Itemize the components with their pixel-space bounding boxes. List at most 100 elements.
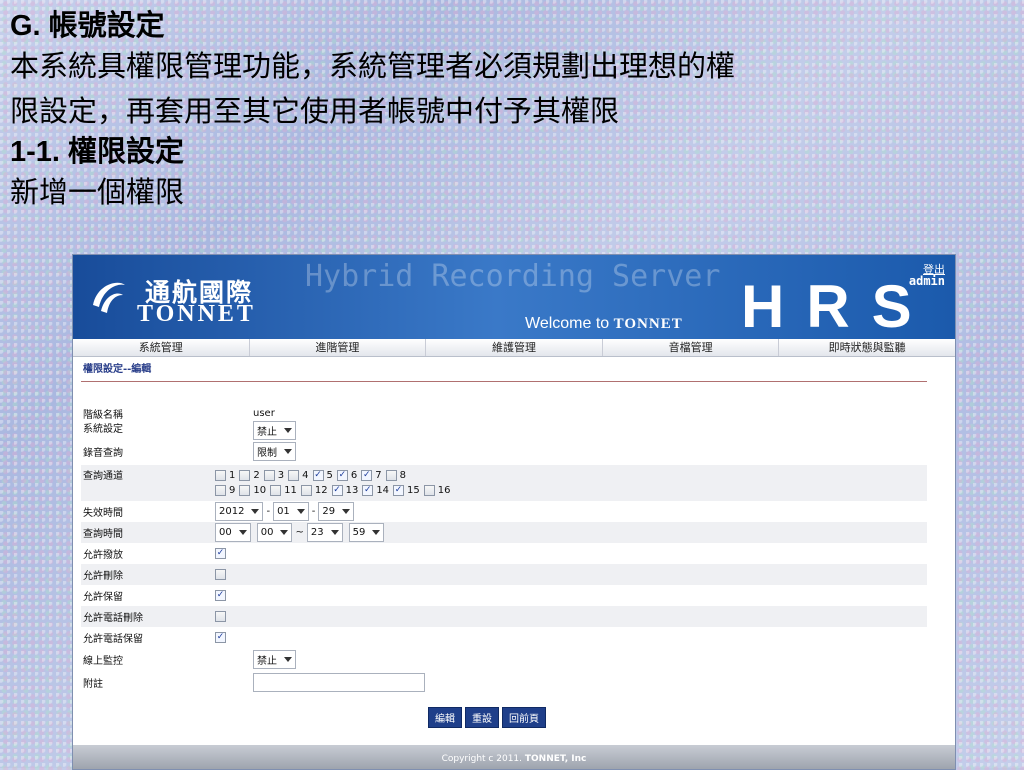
channel-16-option[interactable]: 16 [423,485,451,496]
channel-checkbox[interactable] [239,485,251,496]
slide-description-line1: 本系統具權限管理功能，系統管理者必須規劃出理想的權 [10,49,736,83]
section-title: 權限設定--編輯 [83,364,152,375]
record-query-row: 錄音查詢 限制 [81,440,927,463]
query-time-label: 查詢時間 [83,529,123,540]
expire-label: 失效時間 [83,508,123,519]
channel-number: 12 [314,485,328,496]
nav-item-realtime[interactable]: 即時狀態與監聽 [779,339,955,356]
channel-checkbox[interactable] [263,470,275,481]
nav-item-advanced[interactable]: 進階管理 [250,339,427,356]
expire-month-select[interactable]: 01 [273,502,309,521]
channel-checkbox[interactable] [288,470,300,481]
channel-5-option[interactable]: ✓ 5 [312,470,333,481]
chevron-down-icon [284,427,292,433]
allow-delete-checkbox[interactable] [215,569,226,580]
channel-13-option[interactable]: ✓ 13 [331,485,358,496]
channel-checkbox[interactable]: ✓ [336,470,348,481]
channel-15-option[interactable]: ✓ 15 [393,485,420,496]
expire-day-select[interactable]: 29 [318,502,355,521]
allow-play-checkbox[interactable]: ✓ [215,548,226,559]
channel-9-option[interactable]: 9 [215,485,235,496]
expire-year-select[interactable]: 2012 [215,502,264,521]
allow-delete-label: 允許刪除 [83,571,123,582]
system-setting-select[interactable]: 禁止 [253,420,296,440]
chevron-down-icon [296,509,305,514]
nav-item-system[interactable]: 系統管理 [73,339,250,356]
channel-checkbox[interactable]: ✓ [362,485,374,496]
nav-item-audio[interactable]: 音檔管理 [603,339,780,356]
channel-14-option[interactable]: ✓ 14 [362,485,389,496]
query-time-row: 查詢時間 00 00 ~ 23 59 [81,522,927,543]
channel-checkbox[interactable]: ✓ [331,485,343,496]
section-divider [81,381,927,382]
time-end-hour-select[interactable]: 23 [306,523,343,542]
brand-english-name: TONNET [137,301,256,327]
channel-checkbox-group: 1 2 3 4 ✓ 5 ✓ 6 ✓ 7 8 9 10 11 12 ✓ 13 ✓ 14 ✓ 15 16 [215,465,455,498]
channel-checkbox[interactable] [270,485,282,496]
allow-phone-delete-checkbox[interactable] [215,611,226,622]
channel-number: 15 [407,485,420,496]
note-label: 附註 [83,678,103,690]
channel-1-option[interactable]: 1 [215,470,235,481]
welcome-text: Welcome to TONNET [525,315,683,332]
channel-checkbox[interactable] [215,485,226,496]
allow-play-label: 允許撥放 [83,550,123,561]
channel-number: 2 [253,470,260,481]
channel-checkbox[interactable] [239,470,251,481]
chevron-down-icon [330,530,339,535]
record-query-select[interactable]: 限制 [253,442,296,461]
channel-checkbox[interactable] [300,485,312,496]
channel-number: 9 [229,485,236,496]
online-monitor-label: 線上監控 [83,655,123,667]
level-name-label: 階級名稱 [83,410,123,421]
channels-row: 查詢通道 1 2 3 4 ✓ 5 ✓ 6 ✓ 7 8 9 10 11 12 ✓ 13 ✓ 14 ✓ 15 16 [81,465,927,501]
channel-7-option[interactable]: ✓ 7 [361,470,382,481]
slide-subdescription: 新增一個權限 [10,175,185,209]
level-name-row: 階級名稱 user [81,407,927,421]
online-monitor-select[interactable]: 禁止 [253,649,296,669]
allow-keep-checkbox[interactable]: ✓ [215,590,226,601]
channel-checkbox[interactable]: ✓ [361,470,373,481]
channel-11-option[interactable]: 11 [270,485,297,496]
chevron-down-icon [251,509,260,514]
allow-keep-row: 允許保留 ✓ [81,585,927,606]
time-start-hour-select[interactable]: 00 [215,523,251,542]
form-buttons: 編輯 重設 回前頁 [428,707,546,728]
main-nav: 系統管理 進階管理 維護管理 音檔管理 即時狀態與監聽 [73,339,955,357]
back-button[interactable]: 回前頁 [502,707,546,728]
allow-play-row: 允許撥放 ✓ [81,543,927,564]
time-end-minute-select[interactable]: 59 [348,523,385,542]
channel-8-option[interactable]: 8 [385,470,406,481]
chevron-down-icon [372,530,381,535]
nav-item-maintenance[interactable]: 維護管理 [426,339,603,356]
allow-phone-keep-checkbox[interactable]: ✓ [215,632,226,643]
channel-4-option[interactable]: 4 [288,470,309,481]
online-monitor-row: 線上監控 禁止 [81,648,927,670]
channel-6-option[interactable]: ✓ 6 [336,470,358,481]
allow-delete-row: 允許刪除 [81,564,927,585]
channels-label: 查詢通道 [83,471,123,482]
app-banner: 通航國際 TONNET Hybrid Recording Server Welc… [73,255,955,339]
footer-brand: TONNET, Inc [524,754,587,764]
reset-button[interactable]: 重設 [465,707,499,728]
chevron-down-icon [238,530,247,535]
channel-3-option[interactable]: 3 [263,470,284,481]
edit-button[interactable]: 編輯 [428,707,462,728]
channel-checkbox[interactable] [385,470,397,481]
channel-10-option[interactable]: 10 [239,485,266,496]
channel-12-option[interactable]: 12 [300,485,328,496]
channel-number: 6 [350,470,358,481]
hrs-logo: HRS [741,273,934,339]
allow-phone-delete-label: 允許電話刪除 [83,613,143,624]
channel-checkbox[interactable]: ✓ [312,470,324,481]
channel-2-option[interactable]: 2 [239,470,260,481]
channel-checkbox[interactable] [215,470,226,481]
product-name: Hybrid Recording Server [305,259,721,294]
chevron-down-icon [342,509,351,514]
expire-row: 失效時間 2012 - 01 - 29 [81,501,927,522]
record-query-label: 錄音查詢 [83,448,123,459]
channel-checkbox[interactable] [423,485,435,496]
channel-checkbox[interactable]: ✓ [393,485,405,496]
time-start-minute-select[interactable]: 00 [256,523,293,542]
note-input[interactable] [253,672,425,692]
